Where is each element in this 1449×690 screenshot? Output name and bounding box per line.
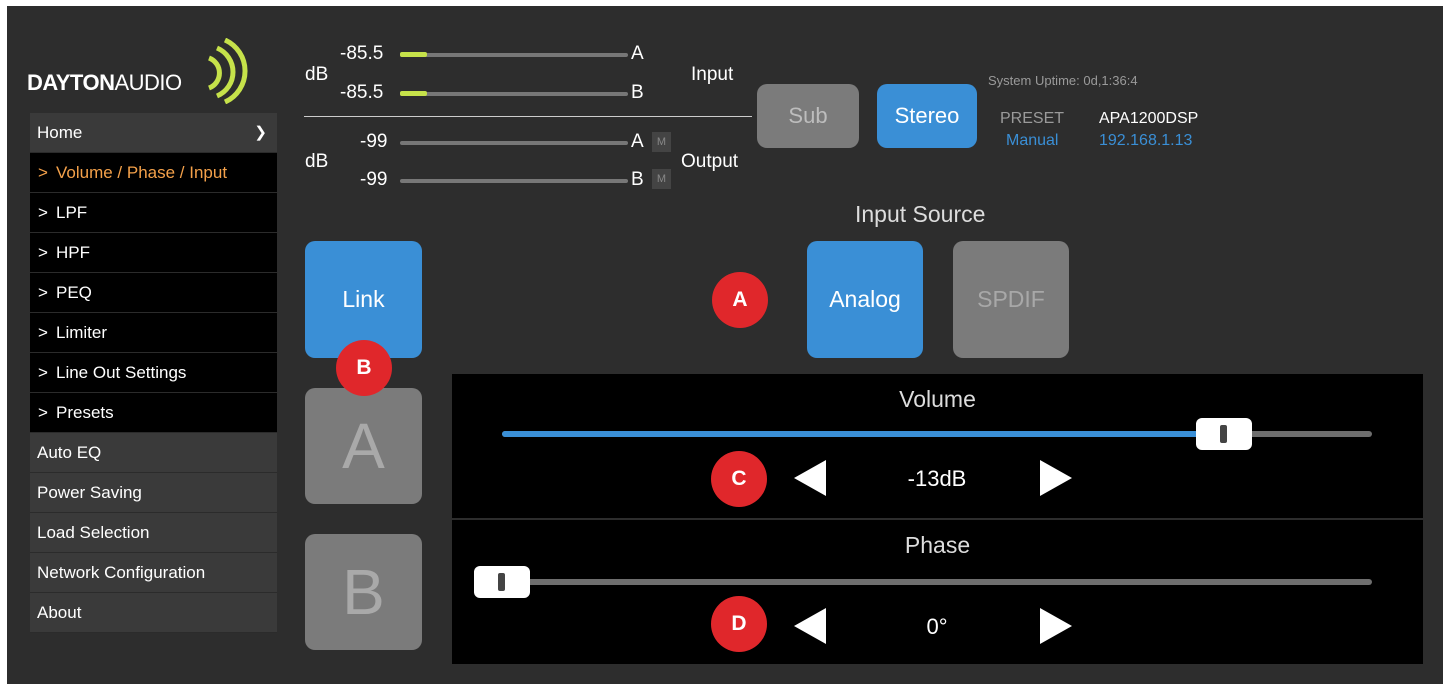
sidebar-subitem[interactable]: > Line Out Settings	[30, 353, 277, 393]
analog-source-button[interactable]: Analog	[807, 241, 923, 358]
volume-increase-icon[interactable]	[1040, 460, 1072, 496]
chevron-right-icon: >	[38, 203, 48, 222]
logo-text-bold: DAYTON	[27, 70, 115, 95]
callout-badge-b: B	[336, 340, 392, 396]
sidebar-item-label: Home	[37, 123, 83, 142]
output-b-value: -99	[360, 169, 388, 190]
chevron-right-icon: >	[38, 243, 48, 262]
output-a-mute-button[interactable]: M	[652, 132, 671, 152]
phase-panel: Phase 0°	[452, 520, 1423, 664]
output-b-mute-button[interactable]: M	[652, 169, 671, 189]
volume-value: -13dB	[907, 466, 967, 491]
sidebar-item[interactable]: Load Selection	[30, 513, 277, 553]
input-meter-label: Input	[691, 64, 734, 85]
output-b-channel-label: B	[631, 169, 644, 190]
output-a-value: -99	[360, 131, 388, 152]
sidebar-item-label: Line Out Settings	[56, 363, 187, 382]
sidebar-item-label: Limiter	[56, 323, 108, 342]
chevron-right-icon: >	[38, 163, 48, 182]
sidebar-subitem[interactable]: > PEQ	[30, 273, 277, 313]
phase-slider-thumb[interactable]	[474, 566, 530, 598]
input-b-meter-fill	[400, 91, 427, 96]
volume-title: Volume	[899, 386, 976, 412]
input-b-value: -85.5	[340, 82, 384, 103]
sidebar-item-label: HPF	[56, 243, 90, 262]
sidebar-item[interactable]: Network Configuration	[30, 553, 277, 593]
input-a-meter-fill	[400, 52, 427, 57]
sidebar-item-label: Volume / Phase / Input	[56, 163, 228, 182]
volume-panel: Volume -13dB	[452, 374, 1423, 518]
output-b-meter	[400, 179, 628, 183]
channel-a-button[interactable]: A	[305, 388, 422, 504]
output-meter-label: Output	[681, 151, 739, 172]
stereo-mode-button[interactable]: Stereo	[877, 84, 977, 148]
preset-label: PRESET	[1000, 110, 1065, 127]
meter-divider	[304, 116, 752, 117]
sidebar-nav: Home ❯ > Volume / Phase / Input > LPF > HPF > P…	[30, 113, 277, 633]
volume-slider-fill	[502, 431, 1225, 437]
sidebar-item-label: Presets	[56, 403, 114, 422]
sidebar-subitem[interactable]: > Limiter	[30, 313, 277, 353]
volume-decrease-icon[interactable]	[794, 460, 826, 496]
chevron-right-icon: >	[38, 403, 48, 422]
input-b-meter	[400, 91, 628, 96]
logo-text-light: AUDIO	[114, 70, 182, 95]
sub-mode-button[interactable]: Sub	[757, 84, 859, 148]
sidebar-item-label: PEQ	[56, 283, 92, 302]
phase-title: Phase	[904, 532, 971, 558]
callout-badge-d: D	[711, 596, 767, 652]
preset-value: Manual	[1006, 132, 1059, 149]
input-a-meter	[400, 52, 628, 57]
sound-waves-icon	[207, 38, 248, 104]
app-frame: DAYTONAUDIO Home ❯ > Volume / Phase / Inp…	[7, 6, 1443, 684]
device-model: APA1200DSP	[1099, 110, 1199, 127]
input-source-title: Input Source	[855, 201, 986, 227]
callout-badge-c: C	[711, 451, 767, 507]
input-a-channel-label: A	[631, 43, 644, 64]
sidebar-subitem[interactable]: > HPF	[30, 233, 277, 273]
spdif-source-button[interactable]: SPDIF	[953, 241, 1069, 358]
input-b-channel-label: B	[631, 82, 644, 103]
output-a-meter	[400, 141, 628, 145]
chevron-right-icon: >	[38, 283, 48, 302]
dayton-audio-logo: DAYTONAUDIO	[27, 32, 257, 104]
phase-decrease-icon[interactable]	[794, 608, 826, 644]
chevron-right-icon: >	[38, 323, 48, 342]
phase-value: 0°	[926, 614, 948, 639]
sidebar-item-label: LPF	[56, 203, 88, 222]
sidebar-subitem[interactable]: > Presets	[30, 393, 277, 433]
channel-b-button[interactable]: B	[305, 534, 422, 650]
sidebar-item[interactable]: Auto EQ	[30, 433, 277, 473]
chevron-right-icon: >	[38, 363, 48, 382]
system-uptime: System Uptime: 0d,1:36:4	[988, 73, 1138, 88]
callout-badge-a: A	[712, 272, 768, 328]
input-db-unit: dB	[305, 64, 329, 85]
phase-increase-icon[interactable]	[1040, 608, 1072, 644]
chevron-down-icon: ❯	[254, 124, 267, 141]
sidebar-item[interactable]: Power Saving	[30, 473, 277, 513]
volume-slider-thumb[interactable]	[1196, 418, 1253, 450]
output-a-channel-label: A	[631, 131, 644, 152]
sidebar-subitem[interactable]: > LPF	[30, 193, 277, 233]
phase-slider-track[interactable]	[474, 579, 1372, 585]
input-a-value: -85.5	[340, 43, 384, 64]
output-db-unit: dB	[305, 151, 329, 172]
sidebar-item[interactable]: About	[30, 593, 277, 633]
sidebar-subitem[interactable]: > Volume / Phase / Input	[30, 153, 277, 193]
device-ip-address: 192.168.1.13	[1099, 132, 1193, 149]
sidebar-item-home[interactable]: Home ❯	[30, 113, 277, 153]
